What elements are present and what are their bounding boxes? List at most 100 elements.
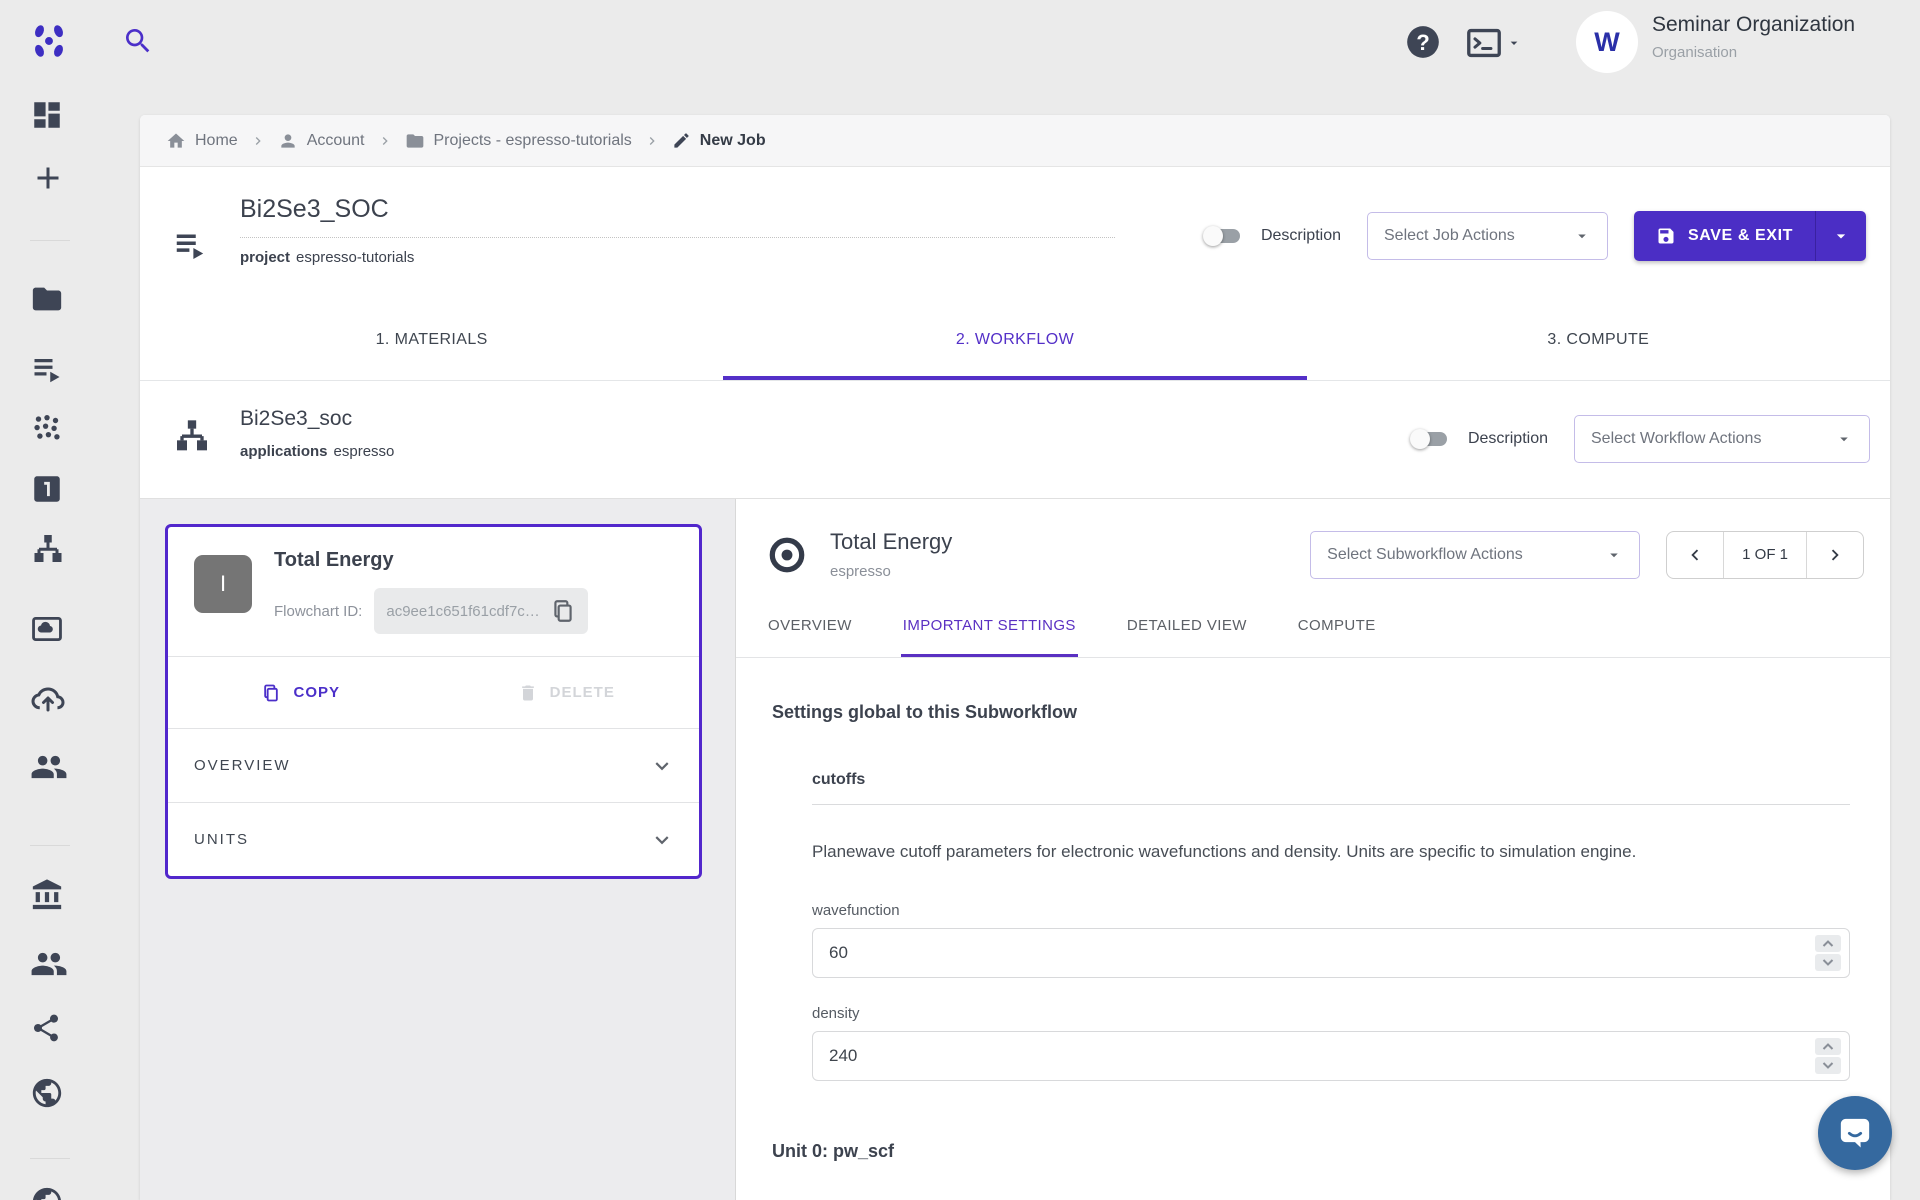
chevron-left-icon	[1684, 544, 1706, 566]
main-content-card: Home Account Projects - espresso-tutoria…	[140, 115, 1890, 1200]
workflow-body: I Total Energy Flowchart ID: ac9ee1c651f…	[140, 498, 1890, 1083]
app-sidebar	[0, 0, 100, 1200]
wavefunction-field	[812, 928, 1850, 978]
chat-smile-icon	[1835, 1113, 1875, 1153]
subworkflow-card-actions: COPY DELETE	[168, 656, 699, 728]
wavefunction-input[interactable]	[813, 929, 1849, 977]
density-stepper	[1815, 1038, 1841, 1074]
caret-down-icon	[1835, 430, 1853, 448]
density-input[interactable]	[813, 1032, 1849, 1080]
workflow-title-block: Bi2Se3_soc applicationsespresso	[240, 407, 394, 460]
media-frame-icon[interactable]	[30, 612, 64, 646]
tab-workflow[interactable]: 2. WORKFLOW	[723, 300, 1306, 380]
copy-icon	[261, 683, 281, 703]
folder-icon	[405, 131, 425, 151]
stepper-down-icon[interactable]	[1815, 954, 1841, 971]
accordion-overview[interactable]: OVERVIEW	[168, 728, 699, 802]
workflow-description-label: Description	[1468, 430, 1548, 448]
sidebar-divider	[30, 1158, 70, 1159]
unit-badge: I	[194, 555, 252, 613]
job-description-label: Description	[1261, 227, 1341, 245]
density-field	[812, 1031, 1850, 1081]
job-description-toggle[interactable]	[1203, 224, 1243, 248]
tab-compute[interactable]: 3. COMPUTE	[1307, 300, 1890, 380]
tab-overview[interactable]: OVERVIEW	[766, 596, 854, 657]
materials-atoms-icon[interactable]	[30, 412, 64, 446]
copy-subworkflow-button[interactable]: COPY	[168, 657, 434, 728]
subworkflow-card-selected[interactable]: I Total Energy Flowchart ID: ac9ee1c651f…	[165, 524, 702, 879]
workflows-sitemap-icon[interactable]	[30, 532, 66, 568]
jobs-list-icon[interactable]	[30, 350, 66, 386]
subworkflow-detail-header: Total Energy espresso Select Subworkflow…	[736, 499, 1890, 580]
tab-detailed-view[interactable]: DETAILED VIEW	[1125, 596, 1249, 657]
create-new-icon[interactable]	[30, 160, 66, 196]
breadcrumb-separator-icon	[644, 133, 660, 149]
job-subtitle: projectespresso-tutorials	[240, 249, 1115, 266]
org-name: Seminar Organization	[1652, 13, 1855, 37]
copy-id-icon[interactable]	[550, 598, 576, 624]
accordion-units[interactable]: UNITS	[168, 802, 699, 876]
chevron-down-icon	[649, 753, 675, 779]
tab-materials[interactable]: 1. MATERIALS	[140, 300, 723, 380]
subworkflow-title: Total Energy	[830, 529, 952, 555]
help-icon[interactable]: ?	[1404, 23, 1442, 61]
sidebar-divider	[30, 240, 70, 241]
save-options-caret[interactable]	[1816, 211, 1866, 261]
breadcrumb-account[interactable]: Account	[278, 131, 365, 151]
job-subtitle-label: project	[240, 249, 290, 266]
job-playlist-icon	[172, 225, 210, 263]
workflow-description-toggle[interactable]	[1410, 427, 1450, 451]
breadcrumb-project[interactable]: Projects - espresso-tutorials	[405, 131, 632, 151]
globe-icon[interactable]	[30, 1076, 64, 1110]
trash-icon	[518, 683, 538, 703]
breadcrumb-separator-icon	[377, 133, 393, 149]
console-icon[interactable]	[1466, 27, 1522, 59]
projects-folder-icon[interactable]	[30, 282, 64, 316]
looks-one-icon[interactable]	[30, 472, 64, 506]
chevron-down-icon	[649, 827, 675, 853]
members-people-icon[interactable]	[30, 945, 68, 983]
caret-down-icon	[1506, 35, 1522, 51]
pager-next-button[interactable]	[1807, 532, 1863, 578]
caret-down-icon	[1605, 546, 1623, 564]
team-people-icon[interactable]	[30, 748, 68, 786]
job-title-input[interactable]: Bi2Se3_SOC	[240, 195, 1115, 238]
job-title-block: Bi2Se3_SOC projectespresso-tutorials	[240, 195, 1115, 266]
subworkflow-pager: 1 OF 1	[1666, 531, 1864, 579]
organization-bank-icon[interactable]	[30, 878, 64, 912]
save-exit-button[interactable]: SAVE & EXIT	[1634, 211, 1866, 261]
delete-subworkflow-button[interactable]: DELETE	[434, 657, 700, 728]
stepper-up-icon[interactable]	[1815, 1038, 1841, 1055]
stepper-up-icon[interactable]	[1815, 935, 1841, 952]
share-icon[interactable]	[30, 1012, 62, 1044]
pager-prev-button[interactable]	[1667, 532, 1723, 578]
breadcrumb: Home Account Projects - espresso-tutoria…	[140, 115, 1890, 167]
density-label: density	[812, 1005, 1850, 1022]
org-avatar[interactable]: W	[1576, 11, 1638, 73]
workflow-controls: Description Select Workflow Actions	[1410, 415, 1870, 463]
workflow-actions-select[interactable]: Select Workflow Actions	[1574, 415, 1870, 463]
org-block[interactable]: Seminar Organization Organisation	[1652, 13, 1855, 61]
job-actions-select[interactable]: Select Job Actions	[1367, 212, 1608, 260]
search-icon[interactable]	[122, 25, 154, 57]
breadcrumb-home[interactable]: Home	[166, 131, 238, 151]
flowchart-id-chip[interactable]: ac9ee1c651f61cdf7c…	[374, 588, 587, 634]
tab-compute[interactable]: COMPUTE	[1296, 596, 1378, 657]
wavefunction-stepper	[1815, 935, 1841, 971]
workflow-title[interactable]: Bi2Se3_soc	[240, 407, 394, 431]
target-circle-icon	[766, 534, 808, 576]
mat3ra-logo-icon[interactable]	[30, 22, 68, 60]
home-icon	[166, 131, 186, 151]
caret-down-icon	[1573, 227, 1591, 245]
subworkflow-actions-select[interactable]: Select Subworkflow Actions	[1310, 531, 1640, 579]
breadcrumb-new-job: New Job	[672, 131, 766, 150]
globe2-icon[interactable]	[30, 1185, 64, 1200]
stepper-down-icon[interactable]	[1815, 1057, 1841, 1074]
dashboard-icon[interactable]	[30, 98, 64, 132]
cloud-upload-icon[interactable]	[30, 680, 66, 716]
subworkflow-detail-pane: Total Energy espresso Select Subworkflow…	[736, 499, 1890, 1200]
job-controls: Description Select Job Actions SAVE & EX…	[1203, 211, 1866, 261]
tab-important-settings[interactable]: IMPORTANT SETTINGS	[901, 596, 1078, 657]
chat-launcher-button[interactable]	[1818, 1096, 1892, 1170]
pager-label: 1 OF 1	[1723, 532, 1807, 578]
